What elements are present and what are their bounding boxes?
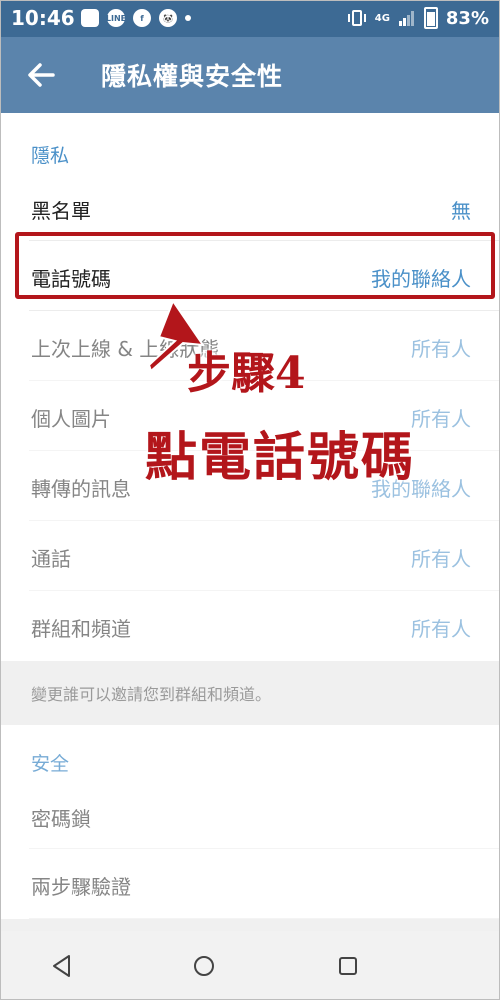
row-label: 兩步驟驗證 bbox=[31, 875, 131, 899]
back-triangle-icon[interactable] bbox=[49, 953, 75, 979]
security-header: 安全 bbox=[1, 725, 499, 795]
row-label: 轉傳的訊息 bbox=[31, 477, 131, 501]
recents-square-icon[interactable] bbox=[335, 953, 361, 979]
back-arrow-icon[interactable] bbox=[25, 55, 57, 95]
groups-channels-row[interactable]: 群組和頻道 所有人 bbox=[1, 591, 499, 661]
passcode-lock-row[interactable]: 密碼鎖 bbox=[1, 795, 499, 849]
line-icon: LINE bbox=[106, 9, 126, 27]
row-label: 個人圖片 bbox=[31, 407, 111, 431]
battery-percent: 83% bbox=[445, 7, 489, 29]
calls-row[interactable]: 通話 所有人 bbox=[1, 521, 499, 591]
row-label: 黑名單 bbox=[31, 199, 91, 223]
privacy-header: 隱私 bbox=[1, 113, 499, 187]
row-label: 密碼鎖 bbox=[31, 807, 91, 831]
row-label: 通話 bbox=[31, 547, 71, 571]
status-time: 10:46 bbox=[11, 6, 75, 30]
dot-icon bbox=[185, 15, 191, 21]
image-icon bbox=[81, 9, 99, 27]
info-text: 變更誰可以邀請您到群組和頻道。 bbox=[31, 685, 272, 704]
row-value: 所有人 bbox=[411, 617, 471, 641]
row-label: 群組和頻道 bbox=[31, 617, 131, 641]
home-circle-icon[interactable] bbox=[191, 953, 217, 979]
foodpanda-icon: 🐼 bbox=[159, 9, 177, 27]
highlight-box bbox=[15, 232, 495, 299]
battery-icon bbox=[423, 7, 438, 29]
navigation-bar bbox=[1, 931, 499, 999]
facebook-icon: f bbox=[133, 9, 151, 27]
annotation-instruction: 點電話號碼 bbox=[145, 427, 416, 488]
groups-info-note: 變更誰可以邀請您到群組和頻道。 bbox=[1, 661, 499, 725]
app-bar: 隱私權與安全性 bbox=[1, 37, 499, 113]
network-type: 4G bbox=[374, 12, 390, 24]
security-header-label: 安全 bbox=[31, 753, 70, 775]
privacy-header-label: 隱私 bbox=[31, 145, 70, 167]
status-bar: 10:46 LINE f 🐼 4G 83% bbox=[1, 1, 499, 37]
row-value: 所有人 bbox=[411, 547, 471, 571]
annotation-step: 步驟4 bbox=[187, 348, 306, 399]
row-value: 所有人 bbox=[411, 337, 471, 361]
two-step-verification-row[interactable]: 兩步驟驗證 bbox=[1, 849, 499, 919]
status-app-icons: LINE f 🐼 bbox=[81, 9, 191, 27]
screen-frame: 10:46 LINE f 🐼 4G 83% 隱私權與安全性 隱私 黑名單 無 電… bbox=[0, 0, 500, 1000]
row-value: 無 bbox=[451, 199, 471, 223]
vibrate-icon bbox=[347, 10, 366, 26]
signal-icon bbox=[398, 11, 414, 26]
page-title: 隱私權與安全性 bbox=[101, 62, 284, 91]
status-right: 4G 83% bbox=[347, 7, 489, 29]
security-section: 安全 密碼鎖 兩步驟驗證 bbox=[1, 725, 499, 919]
row-value: 所有人 bbox=[411, 407, 471, 431]
